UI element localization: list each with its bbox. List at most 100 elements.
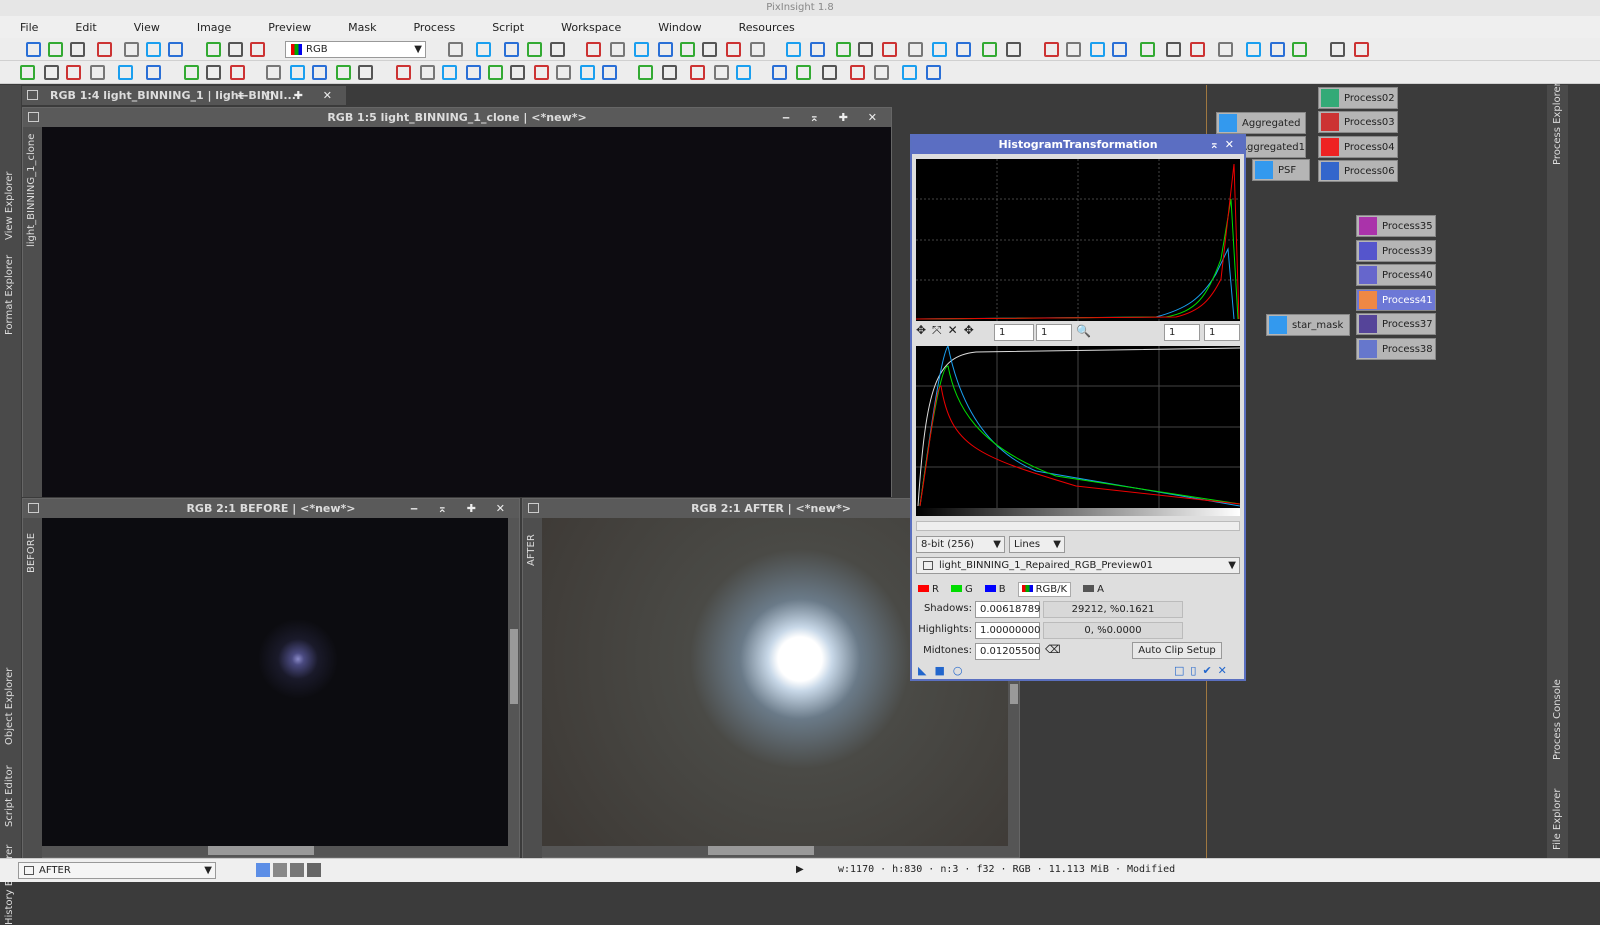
toolbar-tool-icon[interactable]	[488, 65, 503, 80]
toolbar-tool-icon[interactable]	[908, 42, 923, 57]
toolbar-tool-icon[interactable]	[66, 65, 81, 80]
menu-file[interactable]: File	[20, 21, 38, 34]
toolbar-tool-icon[interactable]	[858, 42, 873, 57]
graph-style-select[interactable]: Lines ▼	[1009, 536, 1065, 553]
horizontal-scrollbar[interactable]	[708, 846, 814, 855]
toolbar-tool-icon[interactable]	[420, 65, 435, 80]
midtones-input[interactable]: 0.01205500	[975, 643, 1040, 660]
horizontal-scrollbar[interactable]	[208, 846, 314, 855]
toolbar-tool-icon[interactable]	[206, 65, 221, 80]
zoom-icon[interactable]: 🔍	[1076, 324, 1091, 338]
menu-image[interactable]: Image	[197, 21, 231, 34]
toolbar-tool-icon[interactable]	[836, 42, 851, 57]
toolbar-tool-icon[interactable]	[610, 42, 625, 57]
process-icon-process03[interactable]: Process03	[1318, 111, 1398, 133]
menu-view[interactable]: View	[134, 21, 160, 34]
toolbar-tool-icon[interactable]	[312, 65, 327, 80]
process-icon-process37[interactable]: Process37	[1356, 313, 1436, 335]
zoom-h2-input[interactable]: 1	[1164, 324, 1200, 341]
toolbar-tool-icon[interactable]	[1246, 42, 1261, 57]
toolbar-tool-icon[interactable]	[810, 42, 825, 57]
menu-window[interactable]: Window	[658, 21, 701, 34]
toolbar-tool-icon[interactable]	[527, 42, 542, 57]
zoom-v2-input[interactable]: 1	[1204, 324, 1240, 341]
toolbar-tool-icon[interactable]	[230, 65, 245, 80]
toolbar-tool-icon[interactable]	[956, 42, 971, 57]
toolbar-tool-icon[interactable]	[336, 65, 351, 80]
toolbar-tool-icon[interactable]	[822, 65, 837, 80]
zoom-scrollbar[interactable]	[916, 521, 1240, 531]
toolbar-tool-icon[interactable]	[550, 42, 565, 57]
tab-object-explorer[interactable]: Object Explorer	[4, 668, 15, 745]
tab-format-explorer[interactable]: Format Explorer	[4, 255, 15, 335]
view-select[interactable]: light_BINNING_1_Repaired_RGB_Preview01 ▼	[916, 557, 1240, 574]
menu-mask[interactable]: Mask	[348, 21, 376, 34]
toolbar-tool-icon[interactable]	[228, 42, 243, 57]
toolbar-tool-icon[interactable]	[1330, 42, 1345, 57]
toolbar-tool-icon[interactable]	[206, 42, 221, 57]
toolbar-tool-icon[interactable]	[726, 42, 741, 57]
tab-script-editor[interactable]: Script Editor	[4, 765, 15, 827]
toolbar-tool-icon[interactable]	[442, 65, 457, 80]
toolbar-tool-icon[interactable]	[20, 65, 35, 80]
midtones-slider[interactable]	[916, 508, 1240, 516]
process-icon-psf[interactable]: PSF	[1252, 159, 1310, 181]
menu-preview[interactable]: Preview	[268, 21, 311, 34]
process-icon-star_mask[interactable]: star_mask	[1266, 314, 1350, 336]
menu-workspace[interactable]: Workspace	[561, 21, 621, 34]
toolbar-tool-icon[interactable]	[902, 65, 917, 80]
toolbar-tool-icon[interactable]	[534, 65, 549, 80]
window-controls[interactable]: ‒ ◻ ✚ ✕	[237, 86, 340, 105]
input-histogram-graph[interactable]	[916, 346, 1240, 508]
toolbar-tool-icon[interactable]	[1140, 42, 1155, 57]
toolbar-tool-icon[interactable]	[638, 65, 653, 80]
toolbar-tool-icon[interactable]	[358, 65, 373, 80]
toolbar-tool-icon[interactable]	[772, 65, 787, 80]
play-icon[interactable]: ▶	[796, 864, 804, 875]
toolbar-tool-icon[interactable]	[662, 65, 677, 80]
dialog-bottom-tools[interactable]: ◣■○	[918, 664, 970, 677]
tab-file-explorer[interactable]: File Explorer	[1552, 788, 1563, 850]
toolbar-tool-icon[interactable]	[786, 42, 801, 57]
toolbar-tool-icon[interactable]	[796, 65, 811, 80]
toolbar-tool-icon[interactable]	[1044, 42, 1059, 57]
toolbar-tool-icon[interactable]	[1190, 42, 1205, 57]
toolbar-tool-icon[interactable]	[44, 65, 59, 80]
auto-clip-setup-button[interactable]: Auto Clip Setup	[1132, 642, 1222, 659]
zoom-v-input[interactable]: 1	[1036, 324, 1072, 341]
toolbar-tool-icon[interactable]	[1112, 42, 1127, 57]
toolbar-tool-icon[interactable]	[90, 65, 105, 80]
toolbar-tool-icon[interactable]	[146, 65, 161, 80]
image-canvas[interactable]	[42, 127, 891, 497]
toolbar-tool-icon[interactable]	[124, 42, 139, 57]
toolbar-tool-icon[interactable]	[586, 42, 601, 57]
toolbar-tool-icon[interactable]	[466, 65, 481, 80]
toolbar-tool-icon[interactable]	[926, 65, 941, 80]
toolbar-tool-icon[interactable]	[1354, 42, 1369, 57]
toolbar-tool-icon[interactable]	[932, 42, 947, 57]
window-controls[interactable]: ‒ ⌅ ✚ ✕	[410, 499, 513, 518]
toolbar-tool-icon[interactable]	[168, 42, 183, 57]
dialog-controls[interactable]: ⌅✕	[1210, 136, 1240, 154]
process-icon-process35[interactable]: Process35	[1356, 215, 1436, 237]
image-canvas[interactable]	[42, 518, 508, 846]
toolbar-tool-icon[interactable]	[658, 42, 673, 57]
reset-midtones-icon[interactable]: ⌫	[1045, 643, 1061, 656]
menu-script[interactable]: Script	[492, 21, 524, 34]
toolbar-tool-icon[interactable]	[1090, 42, 1105, 57]
toolbar-tool-icon[interactable]	[736, 65, 751, 80]
channel-r[interactable]: R	[918, 584, 939, 595]
toolbar-tool-icon[interactable]	[702, 42, 717, 57]
toolbar-tool-icon[interactable]	[882, 42, 897, 57]
toolbar-tool-icon[interactable]	[396, 65, 411, 80]
toolbar-tool-icon[interactable]	[184, 65, 199, 80]
process-icon-process41[interactable]: Process41	[1356, 289, 1436, 311]
menu-process[interactable]: Process	[413, 21, 455, 34]
process-icon-process38[interactable]: Process38	[1356, 338, 1436, 360]
tab-process-explorer[interactable]: Process Explorer	[1552, 82, 1563, 165]
resolution-select[interactable]: 8-bit (256) ▼	[916, 536, 1005, 553]
highlights-input[interactable]: 1.00000000	[975, 622, 1040, 639]
vertical-scrollbar[interactable]	[1010, 684, 1018, 704]
view-tab[interactable]: BEFORE	[26, 533, 37, 573]
toolbar-tool-icon[interactable]	[1066, 42, 1081, 57]
